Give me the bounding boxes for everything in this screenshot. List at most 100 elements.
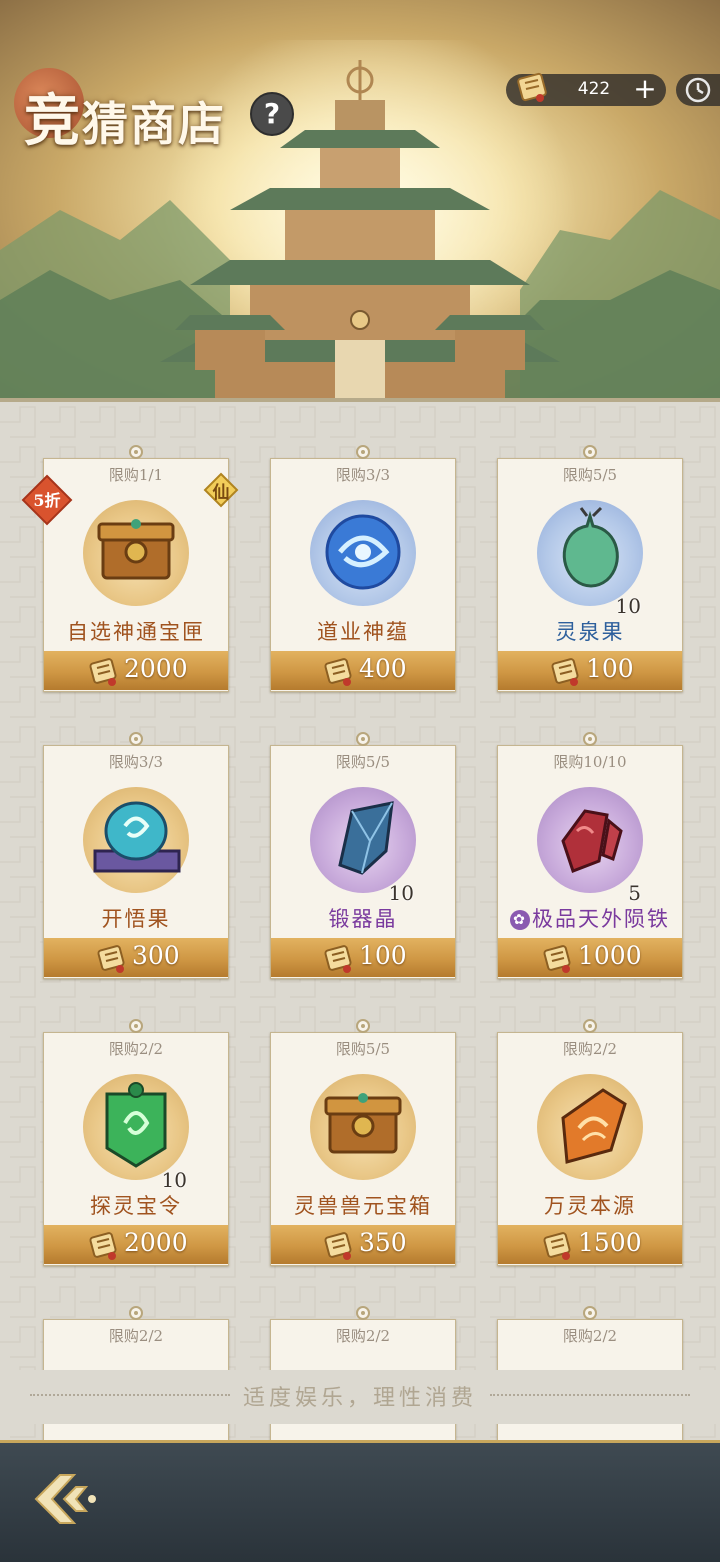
moderation-notice: 适度娱乐，理性消费 <box>242 1386 477 1411</box>
buy-button[interactable]: 1500 <box>498 1225 682 1264</box>
page-title-first-char: 竞 <box>24 88 82 154</box>
shop-timer-button[interactable] <box>676 74 720 106</box>
card-ornament-icon <box>129 445 143 459</box>
card-ornament-icon <box>356 1306 370 1320</box>
shop-item-card[interactable]: 限购5/5 10 锻器晶 100 <box>270 731 456 979</box>
forge-crystal-icon <box>338 801 394 875</box>
shop-panel[interactable]: 限购1/1 自选神通宝匣 2000 5折仙限购3/3 道业神蕴 400 限购5/5 10 灵泉果… <box>0 398 720 1444</box>
shop-item-card[interactable]: 限购5/5 10 灵泉果 100 <box>497 444 683 692</box>
item-price: 1500 <box>578 1228 642 1257</box>
item-name: 自选神通宝匣 <box>43 616 229 646</box>
shop-item-card[interactable]: 限购2/2 10 探灵宝令 2000 <box>43 1018 229 1266</box>
buy-button[interactable]: 1000 <box>498 938 682 977</box>
question-icon: ? <box>263 97 281 130</box>
item-price: 1000 <box>578 941 642 970</box>
ticket-scroll-icon <box>324 658 352 686</box>
shop-item-card[interactable]: 限购3/3 开悟果 300 <box>43 731 229 979</box>
treasure-chest-icon <box>97 519 175 580</box>
price-currency <box>96 944 128 978</box>
origin-crystal-icon <box>561 1088 627 1164</box>
item-price: 2000 <box>124 654 188 683</box>
price-currency <box>88 1231 120 1265</box>
card-ornament-icon <box>356 1019 370 1033</box>
shop-item-card[interactable]: 限购2/2 万灵本源 1500 <box>497 1018 683 1266</box>
buy-button[interactable]: 2000 <box>44 651 228 690</box>
ticket-scroll-icon <box>324 945 352 973</box>
spirit-orb-icon <box>325 514 401 590</box>
page-title-rest: 猜商店 <box>82 97 226 151</box>
discount-badge: 5折 <box>21 474 73 526</box>
currency-display: 422 + <box>506 73 666 106</box>
purchase-limit: 限购10/10 <box>553 753 627 771</box>
shop-item-card[interactable]: 限购10/10 5 ✿ 极品天外陨铁 1000 <box>497 731 683 979</box>
ticket-scroll-icon <box>97 945 125 973</box>
spirit-token-icon <box>105 1082 167 1168</box>
currency-amount: 422 <box>577 79 611 99</box>
item-price: 100 <box>359 941 407 970</box>
item-name-text: 探灵宝令 <box>90 1194 182 1218</box>
purchase-limit: 限购5/5 <box>335 1040 391 1058</box>
item-name-text: 灵兽兽元宝箱 <box>294 1194 432 1218</box>
price-currency <box>550 657 582 691</box>
immortal-tag-text: 仙 <box>212 483 230 503</box>
quality-star-icon: ✿ <box>510 910 530 930</box>
item-price: 400 <box>359 654 407 683</box>
item-name: ✿ 极品天外陨铁 <box>497 903 683 933</box>
footer-notice: 适度娱乐，理性消费 <box>0 1370 720 1424</box>
item-price: 350 <box>359 1228 407 1257</box>
shop-item-card[interactable]: 限购3/3 道业神蕴 400 <box>270 444 456 692</box>
temple-artwork <box>0 60 720 400</box>
item-quantity: 10 <box>161 1168 187 1192</box>
discount-text: 5折 <box>33 491 61 510</box>
card-ornament-icon <box>583 445 597 459</box>
item-name-text: 道业神蕴 <box>317 620 409 644</box>
help-button[interactable]: ? <box>250 92 294 136</box>
price-currency <box>542 944 574 978</box>
ticket-scroll-icon <box>89 658 117 686</box>
buy-button[interactable]: 100 <box>271 938 455 977</box>
beast-chest-icon <box>324 1093 402 1154</box>
item-name: 灵泉果 <box>497 616 683 646</box>
ticket-scroll-icon <box>324 1232 352 1260</box>
item-quantity: 10 <box>388 881 414 905</box>
item-name: 万灵本源 <box>497 1190 683 1220</box>
page-title: 竞猜商店 <box>24 76 226 157</box>
item-price: 100 <box>586 654 634 683</box>
item-name: 开悟果 <box>43 903 229 933</box>
add-currency-button[interactable]: + <box>630 73 660 105</box>
card-ornament-icon <box>583 1019 597 1033</box>
card-ornament-icon <box>129 1306 143 1320</box>
purchase-limit: 限购2/2 <box>108 1327 164 1345</box>
ticket-scroll-icon <box>517 72 547 102</box>
item-name-text: 开悟果 <box>101 907 171 931</box>
item-name: 探灵宝令 <box>43 1190 229 1220</box>
purchase-limit: 限购5/5 <box>562 466 618 484</box>
card-ornament-icon <box>129 1019 143 1033</box>
buy-button[interactable]: 300 <box>44 938 228 977</box>
buy-button[interactable]: 400 <box>271 651 455 690</box>
purchase-limit: 限购2/2 <box>562 1040 618 1058</box>
purchase-limit: 限购2/2 <box>335 1327 391 1345</box>
shop-item-card[interactable]: 限购5/5 灵兽兽元宝箱 350 <box>270 1018 456 1266</box>
back-button[interactable] <box>30 1469 100 1529</box>
item-quantity: 10 <box>615 594 641 618</box>
price-currency <box>88 657 120 691</box>
ticket-scroll-icon <box>543 945 571 973</box>
item-name-text: 万灵本源 <box>544 1194 636 1218</box>
buy-button[interactable]: 100 <box>498 651 682 690</box>
item-name-text: 自选神通宝匣 <box>67 620 205 644</box>
enlightenment-fruit-icon <box>93 801 181 873</box>
purchase-limit: 限购5/5 <box>335 753 391 771</box>
buy-button[interactable]: 350 <box>271 1225 455 1264</box>
price-currency <box>323 1231 355 1265</box>
card-ornament-icon <box>356 732 370 746</box>
shop-item-card[interactable]: 限购1/1 自选神通宝匣 2000 5折仙 <box>21 444 239 692</box>
item-quantity: 5 <box>628 881 641 905</box>
ticket-scroll-icon <box>543 1232 571 1260</box>
buy-button[interactable]: 2000 <box>44 1225 228 1264</box>
item-name-text: 锻器晶 <box>328 907 398 931</box>
price-currency <box>323 657 355 691</box>
header-banner: 竞猜商店 ? 422 + <box>0 0 720 400</box>
card-ornament-icon <box>129 732 143 746</box>
item-price: 2000 <box>124 1228 188 1257</box>
